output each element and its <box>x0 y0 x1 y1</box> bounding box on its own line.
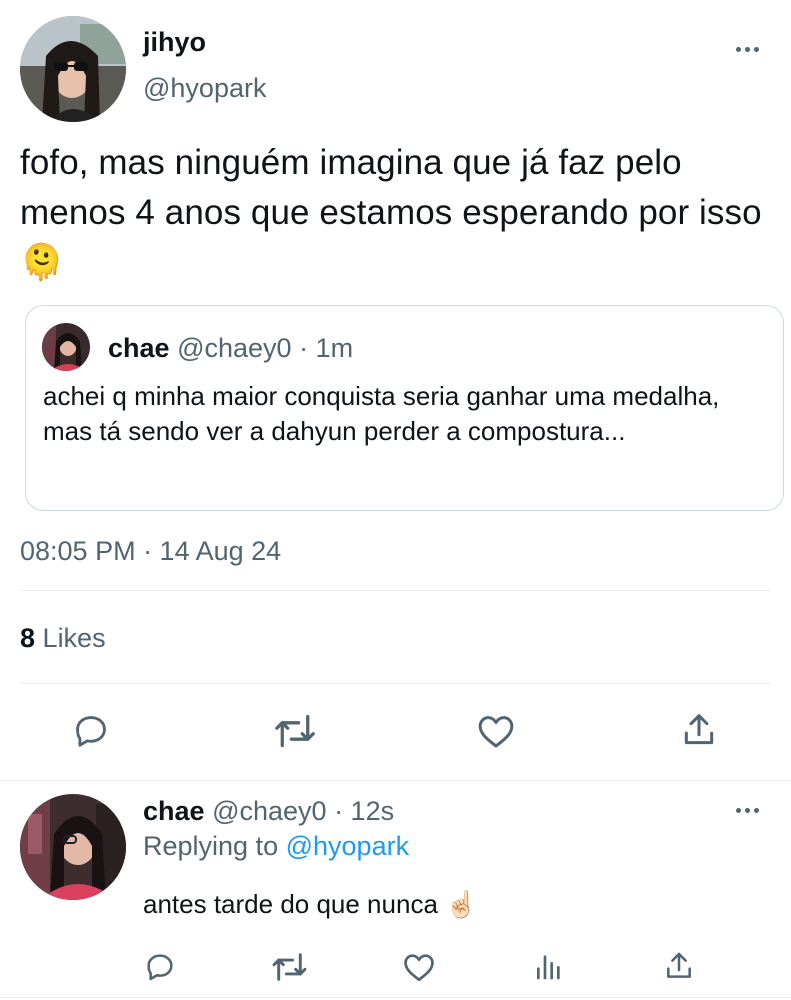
share-icon[interactable] <box>680 710 718 750</box>
more-icon[interactable] <box>736 47 759 52</box>
tweet-text-body: fofo, mas ninguém imagina que já faz pel… <box>20 143 762 232</box>
replying-to-handle[interactable]: @hyopark <box>286 831 409 861</box>
quote-author-name[interactable]: chae <box>108 333 170 363</box>
likes-stat[interactable]: 8 Likes <box>20 622 106 654</box>
reply-header: chae @chaey0 · 12s <box>143 795 394 827</box>
author-handle[interactable]: @hyopark <box>143 72 266 104</box>
reply-author-name[interactable]: chae <box>143 796 205 826</box>
analytics-icon[interactable] <box>534 950 564 982</box>
heart-icon[interactable] <box>476 712 516 750</box>
divider <box>0 997 791 998</box>
likes-count: 8 <box>20 623 36 653</box>
reply-text: antes tarde do que nunca ☝🏻 <box>143 888 478 920</box>
melting-face-emoji: 🫠 <box>20 243 64 282</box>
author-avatar[interactable] <box>20 16 126 122</box>
retweet-icon[interactable] <box>273 711 317 751</box>
replying-to-label: Replying to <box>143 831 279 861</box>
author-name[interactable]: jihyo <box>143 26 206 58</box>
tweet-text: fofo, mas ninguém imagina que já faz pel… <box>20 138 770 288</box>
likes-label: Likes <box>42 623 106 653</box>
quoted-tweet[interactable]: chae @chaey0 · 1m achei q minha maior co… <box>25 305 784 511</box>
divider <box>0 780 791 781</box>
quote-time: · 1m <box>299 333 354 363</box>
quote-author-handle[interactable]: @chaey0 <box>177 333 291 363</box>
retweet-icon[interactable] <box>271 950 308 984</box>
reply-author-handle[interactable]: @chaey0 <box>212 796 326 826</box>
quote-header: chae @chaey0 · 1m <box>108 332 353 364</box>
reply-icon[interactable] <box>144 951 176 983</box>
replying-to: Replying to @hyopark <box>143 830 409 862</box>
tweet-timestamp[interactable]: 08:05 PM · 14 Aug 24 <box>20 535 281 567</box>
quote-avatar[interactable] <box>42 323 90 371</box>
divider <box>20 590 771 591</box>
quote-text: achei q minha maior conquista seria ganh… <box>43 381 720 446</box>
pointing-up-emoji: ☝🏻 <box>445 889 478 919</box>
divider <box>20 683 771 684</box>
reply-icon[interactable] <box>72 712 110 750</box>
more-icon[interactable] <box>736 808 759 813</box>
reply-time: · 12s <box>334 796 395 826</box>
share-icon[interactable] <box>663 949 695 983</box>
reply-avatar[interactable] <box>20 794 126 900</box>
reply-text-body: antes tarde do que nunca <box>143 889 438 919</box>
heart-icon[interactable] <box>402 951 436 983</box>
